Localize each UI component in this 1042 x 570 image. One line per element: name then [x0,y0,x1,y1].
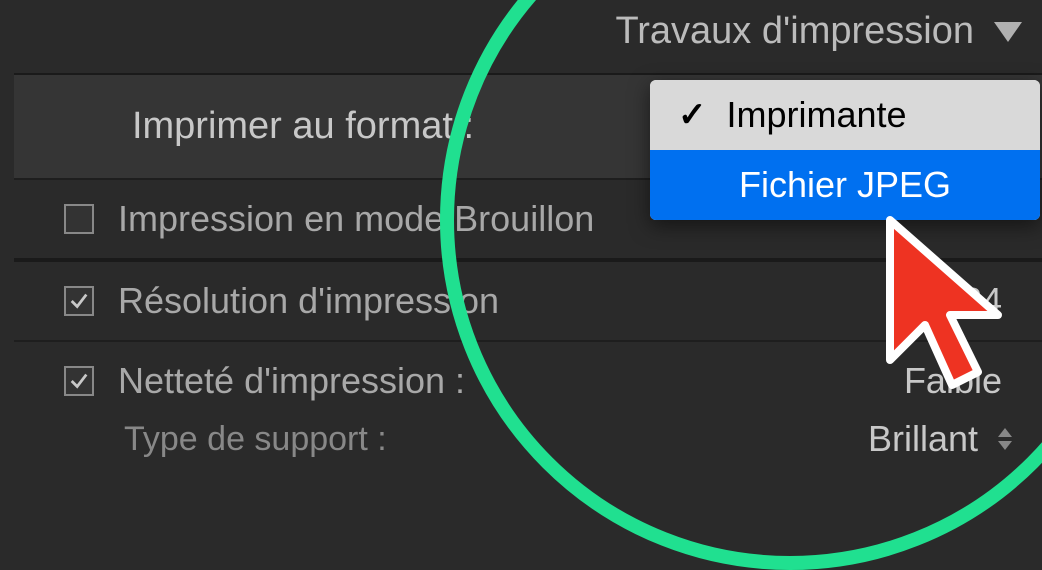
collapse-triangle-icon[interactable] [994,22,1022,42]
media-type-row[interactable]: Type de support : Brillant [14,408,1042,470]
media-type-stepper-icon[interactable] [998,428,1012,450]
panel-title-row[interactable]: Travaux d'impression [0,0,1042,73]
sharpening-label: Netteté d'impression : [118,360,904,402]
dropdown-item-label: Fichier JPEG [739,164,951,206]
sharpening-checkbox[interactable] [64,366,94,396]
checkmark-icon [68,290,90,312]
options-section: Résolution d'impression 24 Netteté d'imp… [14,260,1042,470]
resolution-label: Résolution d'impression [118,280,962,322]
format-dropdown-menu[interactable]: ✓ Imprimante Fichier JPEG [650,80,1040,220]
sharpening-value[interactable]: Faible [904,360,1002,402]
resolution-value[interactable]: 24 [962,280,1002,322]
resolution-row[interactable]: Résolution d'impression 24 [14,262,1042,342]
media-type-value[interactable]: Brillant [868,418,978,460]
checkmark-icon [68,370,90,392]
dropdown-item-label: Imprimante [727,94,907,136]
resolution-checkbox[interactable] [64,286,94,316]
checkmark-icon: ✓ [678,95,707,135]
media-type-label: Type de support : [124,420,868,459]
dropdown-item-printer[interactable]: ✓ Imprimante [650,80,1040,150]
draft-mode-checkbox[interactable] [64,204,94,234]
sharpening-row[interactable]: Netteté d'impression : Faible [14,342,1042,408]
dropdown-item-jpeg[interactable]: Fichier JPEG [650,150,1040,220]
panel-title: Travaux d'impression [615,10,974,53]
